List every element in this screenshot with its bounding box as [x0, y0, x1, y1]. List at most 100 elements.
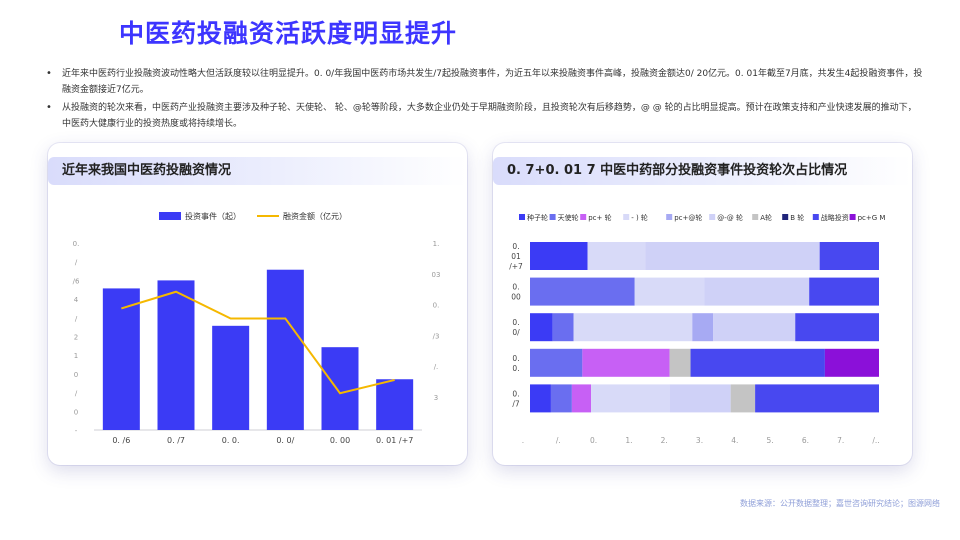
stacked-bar-segment — [573, 313, 693, 342]
y-left-tick-label: / — [75, 259, 78, 267]
x-tick-label: 2. — [661, 436, 668, 445]
y-left-tick-label: 2 — [74, 334, 78, 342]
stacked-bar-segment — [552, 313, 574, 342]
stacked-bar-segment — [587, 242, 646, 270]
y-category-label: 0. — [512, 364, 519, 373]
stacked-bar-segment — [690, 348, 825, 377]
y-category-label: 00 — [511, 293, 521, 302]
stacked-bar-segment — [713, 313, 796, 342]
x-tick-label: . — [522, 436, 524, 445]
legend-swatch — [519, 214, 525, 220]
stacked-bar-segment — [692, 313, 714, 342]
round-share-card: 0. 7+0. 01 7 中医中药部分投融资事件投资轮次占比情况 种子轮 天使轮 p… — [493, 143, 912, 465]
stacked-bar-segment — [530, 348, 583, 377]
bullet-item: 从投融资的轮次来看，中医药产业投融资主要涉及种子轮、天使轮、 轮、@轮等阶段，大… — [44, 100, 924, 132]
stacked-bar-segment — [704, 277, 810, 306]
legend-label: A轮 — [760, 213, 772, 222]
y-left-tick-label: / — [75, 315, 78, 323]
stacked-bar-segment — [530, 313, 553, 342]
x-tick-label: 4. — [731, 436, 738, 445]
legend-label: pc+G M — [858, 214, 886, 222]
stacked-bar-segment — [550, 384, 572, 413]
legend-swatch — [812, 214, 819, 220]
bar-investment-events — [376, 379, 414, 430]
y-left-tick-label: 1 — [74, 352, 78, 360]
y-category-label: 0. — [512, 242, 519, 251]
y-left-tick-label: 0 — [74, 371, 78, 379]
x-tick-label: 0. 0/ — [276, 436, 294, 445]
legend-swatch — [666, 214, 673, 220]
legend-swatch — [849, 214, 856, 220]
data-source-note: 数据来源：公开数据整理；嘉世咨询研究结论；图源网络 — [740, 499, 940, 508]
stacked-bar-segment — [530, 242, 588, 270]
stacked-bar-segment — [755, 384, 879, 413]
bar-investment-events — [157, 280, 195, 430]
stacked-bar-segment — [634, 277, 705, 306]
x-tick-label: 6. — [802, 436, 809, 445]
stacked-bar-segment — [819, 242, 879, 270]
x-tick-label: 0. 00 — [330, 436, 350, 445]
stacked-bar-segment — [591, 384, 670, 413]
legend-label: pc+ 轮 — [588, 213, 611, 222]
legend-label: @-@ 轮 — [717, 213, 743, 222]
x-tick-label: 1. — [625, 436, 632, 445]
bullet-item: 近年来中医药行业投融资波动性略大但活跃度较以往明显提升。0. 0/年我国中医药市… — [44, 66, 924, 98]
bar-investment-events — [321, 347, 359, 430]
stacked-bar-segment — [730, 384, 756, 413]
stacked-bar-segment — [824, 348, 879, 377]
investment-trend-card: 近年来我国中医药投融资情况 投资事件（起） 融资金额（亿元） -0/0 1 2/4/6/… — [48, 143, 467, 465]
y-category-label: 0. — [512, 389, 519, 398]
y-right-tick-label: 03 — [432, 271, 441, 279]
x-tick-label: 0. 0. — [222, 436, 240, 445]
legend-label: B 轮 — [790, 213, 804, 222]
stacked-bar-segment — [795, 313, 879, 342]
summary-bullets: 近年来中医药行业投融资波动性略大但活跃度较以往明显提升。0. 0/年我国中医药市… — [44, 66, 924, 134]
y-left-tick-label: - — [75, 427, 78, 435]
y-left-tick-label: / — [75, 390, 78, 398]
stacked-bar-segment — [582, 348, 670, 377]
legend-swatch — [549, 214, 556, 220]
page-title: 中医药投融资活跃度明显提升 — [118, 19, 457, 48]
y-left-tick-label: 4 — [74, 296, 79, 304]
y-left-tick-label: /6 — [73, 277, 80, 285]
y-category-label: /7 — [512, 399, 520, 408]
legend-label: 投资事件（起） — [185, 211, 241, 221]
legend-swatch — [709, 214, 716, 220]
x-tick-label: 5. — [767, 436, 774, 445]
x-tick-label: /. — [556, 436, 561, 445]
legend-label: - ) 轮 — [631, 213, 648, 222]
x-tick-label: 3. — [696, 436, 703, 445]
x-tick-label: 0. 01 /+7 — [376, 436, 413, 445]
y-right-tick-label: /3 — [433, 332, 440, 340]
y-right-tick-label: 0. — [433, 302, 440, 310]
stacked-bar-segment — [645, 242, 820, 270]
legend-swatch — [580, 214, 587, 220]
y-right-tick-label: 1. — [433, 240, 440, 248]
stacked-bar-segment — [669, 348, 691, 377]
legend-label: pc+@轮 — [674, 213, 702, 222]
y-left-tick-label: 0 — [74, 408, 78, 416]
stacked-bar-segment — [530, 277, 635, 306]
legend-label: 天使轮 — [558, 213, 579, 222]
x-tick-label: 0. /7 — [167, 436, 185, 445]
legend-label: 种子轮 — [527, 213, 548, 222]
bar-investment-events — [266, 269, 304, 430]
stacked-bar-segment — [530, 384, 551, 413]
bar-investment-events — [212, 325, 250, 430]
investment-combo-chart: 投资事件（起） 融资金额（亿元） - 0 / 0 1 2 / 4/6 / 0. 3 /. /3 0. 03 1. 0… — [73, 211, 441, 445]
legend-swatch — [782, 214, 789, 220]
stacked-bar-segment — [669, 384, 731, 413]
y-category-label: 0. — [512, 318, 519, 327]
bar-investment-events — [102, 288, 140, 430]
x-tick-label: /.. — [872, 436, 879, 445]
legend-label: 战略投资 — [821, 213, 849, 222]
y-category-label: 0/ — [512, 328, 520, 337]
x-tick-label: 0. — [590, 436, 597, 445]
legend-label: 融资金额（亿元） — [283, 211, 347, 221]
stacked-bar-segment — [809, 277, 879, 306]
y-left-tick-label: 0. — [73, 240, 80, 248]
y-category-label: 0. — [512, 283, 519, 292]
x-tick-label: 0. /6 — [112, 436, 130, 445]
legend-swatch — [752, 214, 759, 220]
x-tick-label: 7. — [837, 436, 844, 445]
